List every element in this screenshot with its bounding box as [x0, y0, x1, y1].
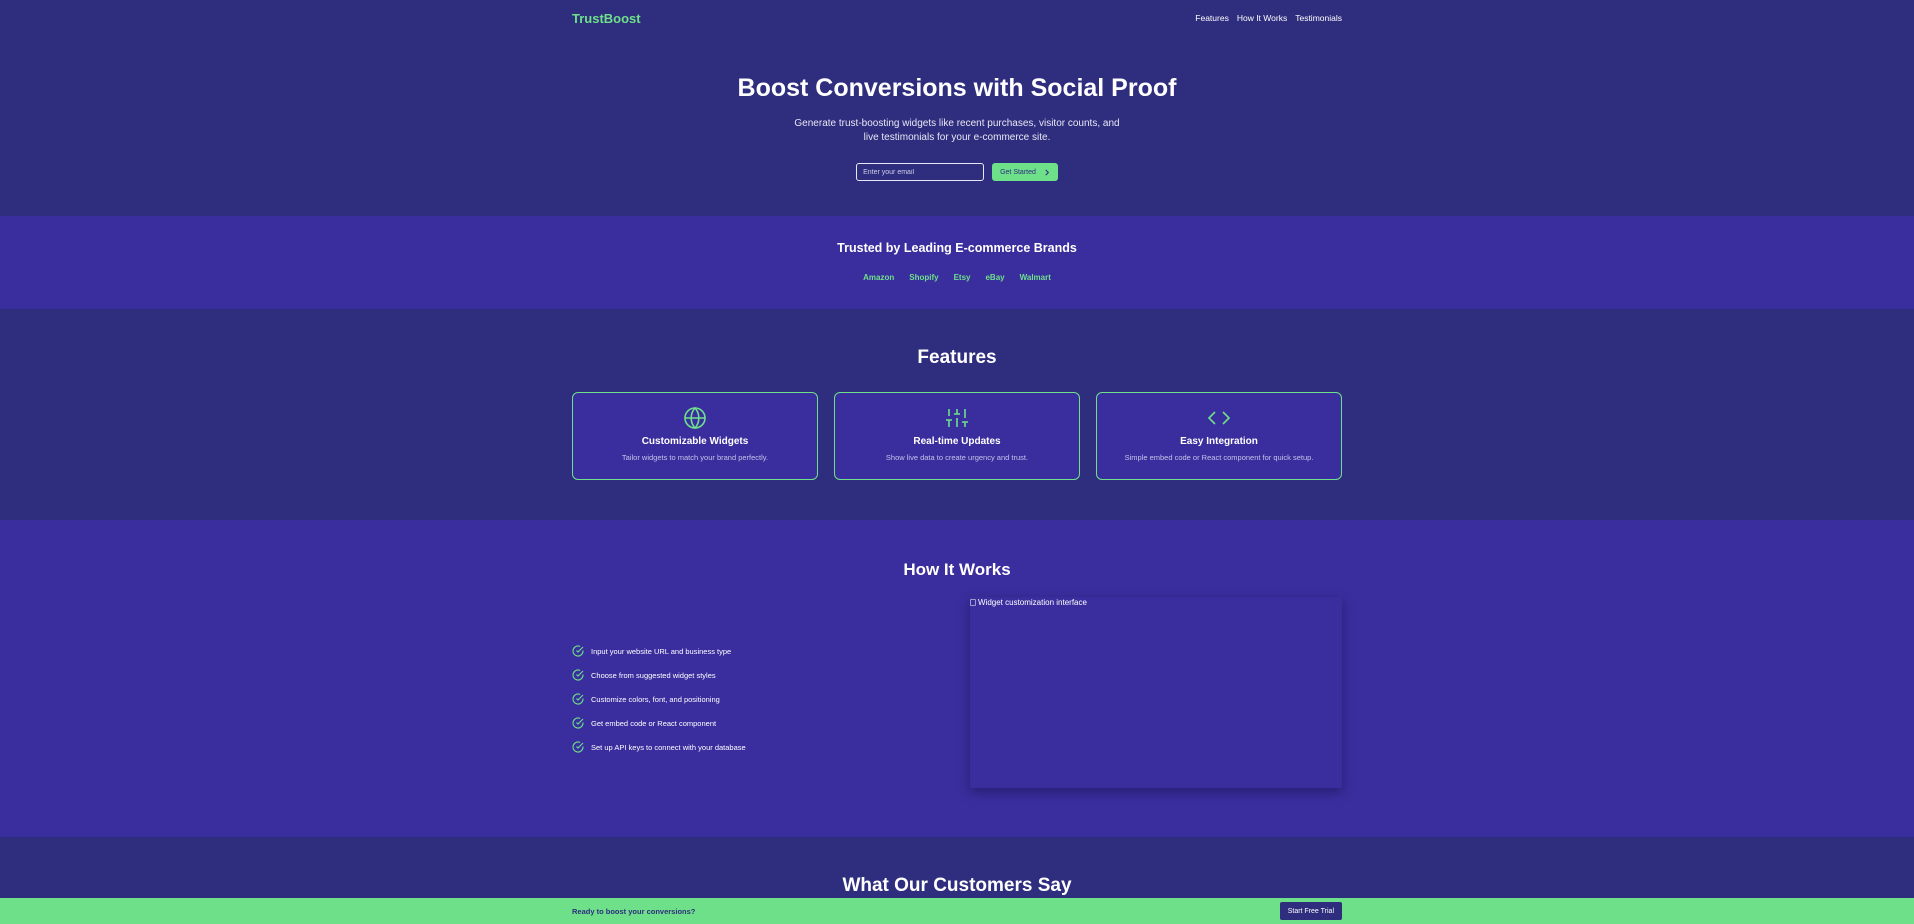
list-item: Get embed code or React component — [572, 711, 746, 735]
main-nav: Features How It Works Testimonials — [1195, 13, 1342, 23]
hero-subtitle: Generate trust-boosting widgets like rec… — [794, 118, 1120, 143]
step-list: Input your website URL and business type… — [572, 597, 746, 788]
cta-banner: Ready to boost your conversions? Start F… — [0, 898, 1914, 924]
step-text: Set up API keys to connect with your dat… — [591, 742, 746, 752]
check-circle-icon — [572, 669, 584, 681]
list-item: Customize colors, font, and positioning — [572, 687, 746, 711]
get-started-button[interactable]: Get Started — [992, 163, 1058, 181]
step-text: Customize colors, font, and positioning — [591, 694, 720, 704]
feature-card-customizable-widgets: Customizable Widgets Tailor widgets to m… — [572, 392, 818, 480]
check-circle-icon — [572, 741, 584, 753]
check-circle-icon — [572, 717, 584, 729]
get-started-label: Get Started — [1000, 168, 1036, 176]
feature-title: Real-time Updates — [913, 436, 1001, 447]
site-header: TrustBoost Features How It Works Testimo… — [0, 0, 1914, 36]
nav-link-testimonials[interactable]: Testimonials — [1295, 13, 1342, 23]
trusted-section: Trusted by Leading E-commerce Brands Ama… — [0, 216, 1914, 309]
step-text: Input your website URL and business type — [591, 646, 732, 656]
nav-link-how-it-works[interactable]: How It Works — [1237, 13, 1287, 23]
code-icon — [1207, 411, 1231, 425]
widget-interface-image: Widget customization interface — [970, 597, 1342, 788]
features-section: Features Customizable Widgets Tailor wid… — [0, 309, 1914, 520]
list-item: Choose from suggested widget styles — [572, 663, 746, 687]
step-text: Get embed code or React component — [591, 718, 717, 728]
hero-title: Boost Conversions with Social Proof — [737, 74, 1177, 102]
trusted-title: Trusted by Leading E-commerce Brands — [837, 241, 1077, 255]
banner-text: Ready to boost your conversions? — [572, 906, 696, 916]
hero-section: Boost Conversions with Social Proof Gene… — [0, 36, 1914, 216]
nav-link-features[interactable]: Features — [1195, 13, 1229, 23]
signup-form: Get Started — [0, 163, 1914, 181]
feature-title: Customizable Widgets — [641, 436, 749, 447]
list-item: Input your website URL and business type — [572, 639, 746, 663]
features-title: Features — [917, 347, 997, 368]
feature-description: Show live data to create urgency and tru… — [885, 453, 1029, 462]
feature-description: Simple embed code or React component for… — [1124, 453, 1314, 462]
feature-title: Easy Integration — [1180, 436, 1258, 447]
broken-image-icon — [970, 599, 976, 606]
brand-list: Amazon Shopify Etsy eBay Walmart — [0, 273, 1914, 282]
globe-icon — [684, 406, 706, 430]
image-alt-text: Widget customization interface — [978, 598, 1087, 607]
testimonials-title: What Our Customers Say — [842, 875, 1072, 896]
list-item: Set up API keys to connect with your dat… — [572, 735, 746, 759]
check-circle-icon — [572, 693, 584, 705]
brand-etsy: Etsy — [953, 273, 971, 282]
how-it-works-title: How It Works — [903, 560, 1011, 579]
brand-walmart: Walmart — [1019, 273, 1051, 282]
step-text: Choose from suggested widget styles — [591, 670, 716, 680]
logo[interactable]: TrustBoost — [572, 11, 641, 26]
chevron-right-icon — [1045, 169, 1049, 175]
brand-ebay: eBay — [985, 273, 1005, 282]
sliders-icon — [946, 409, 968, 427]
check-circle-icon — [572, 645, 584, 657]
brand-amazon: Amazon — [863, 273, 895, 282]
feature-card-real-time-updates: Real-time Updates Show live data to crea… — [834, 392, 1080, 480]
brand-shopify: Shopify — [909, 273, 939, 282]
feature-description: Tailor widgets to match your brand perfe… — [621, 453, 769, 462]
start-free-trial-button[interactable]: Start Free Trial — [1279, 902, 1342, 920]
how-it-works-section: How It Works Input your website URL and … — [0, 520, 1914, 837]
email-input[interactable] — [856, 163, 985, 181]
feature-card-easy-integration: Easy Integration Simple embed code or Re… — [1096, 392, 1342, 480]
